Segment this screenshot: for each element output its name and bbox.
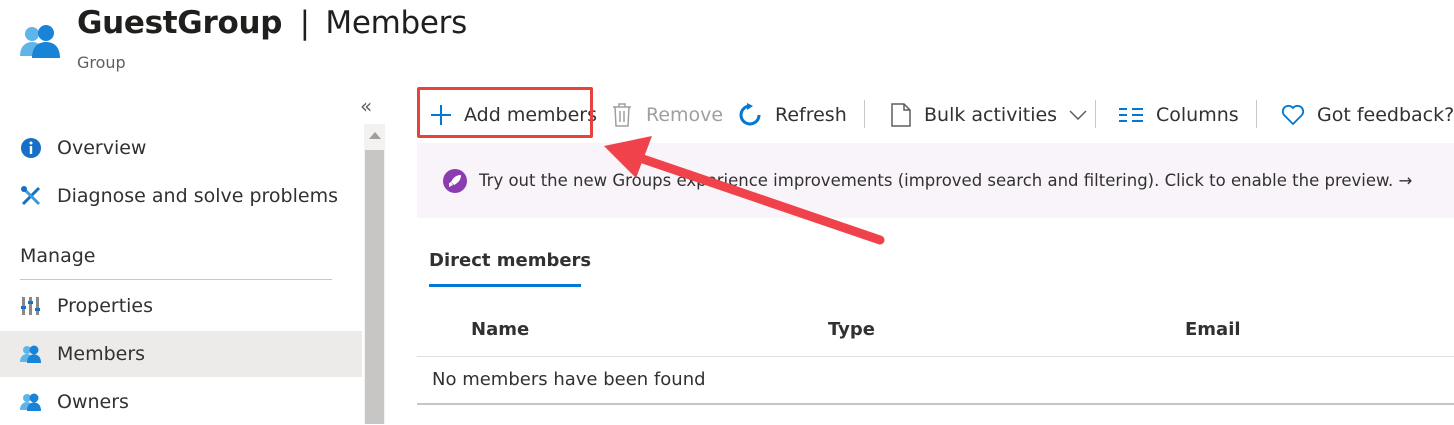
annotation-arrow xyxy=(604,136,885,245)
